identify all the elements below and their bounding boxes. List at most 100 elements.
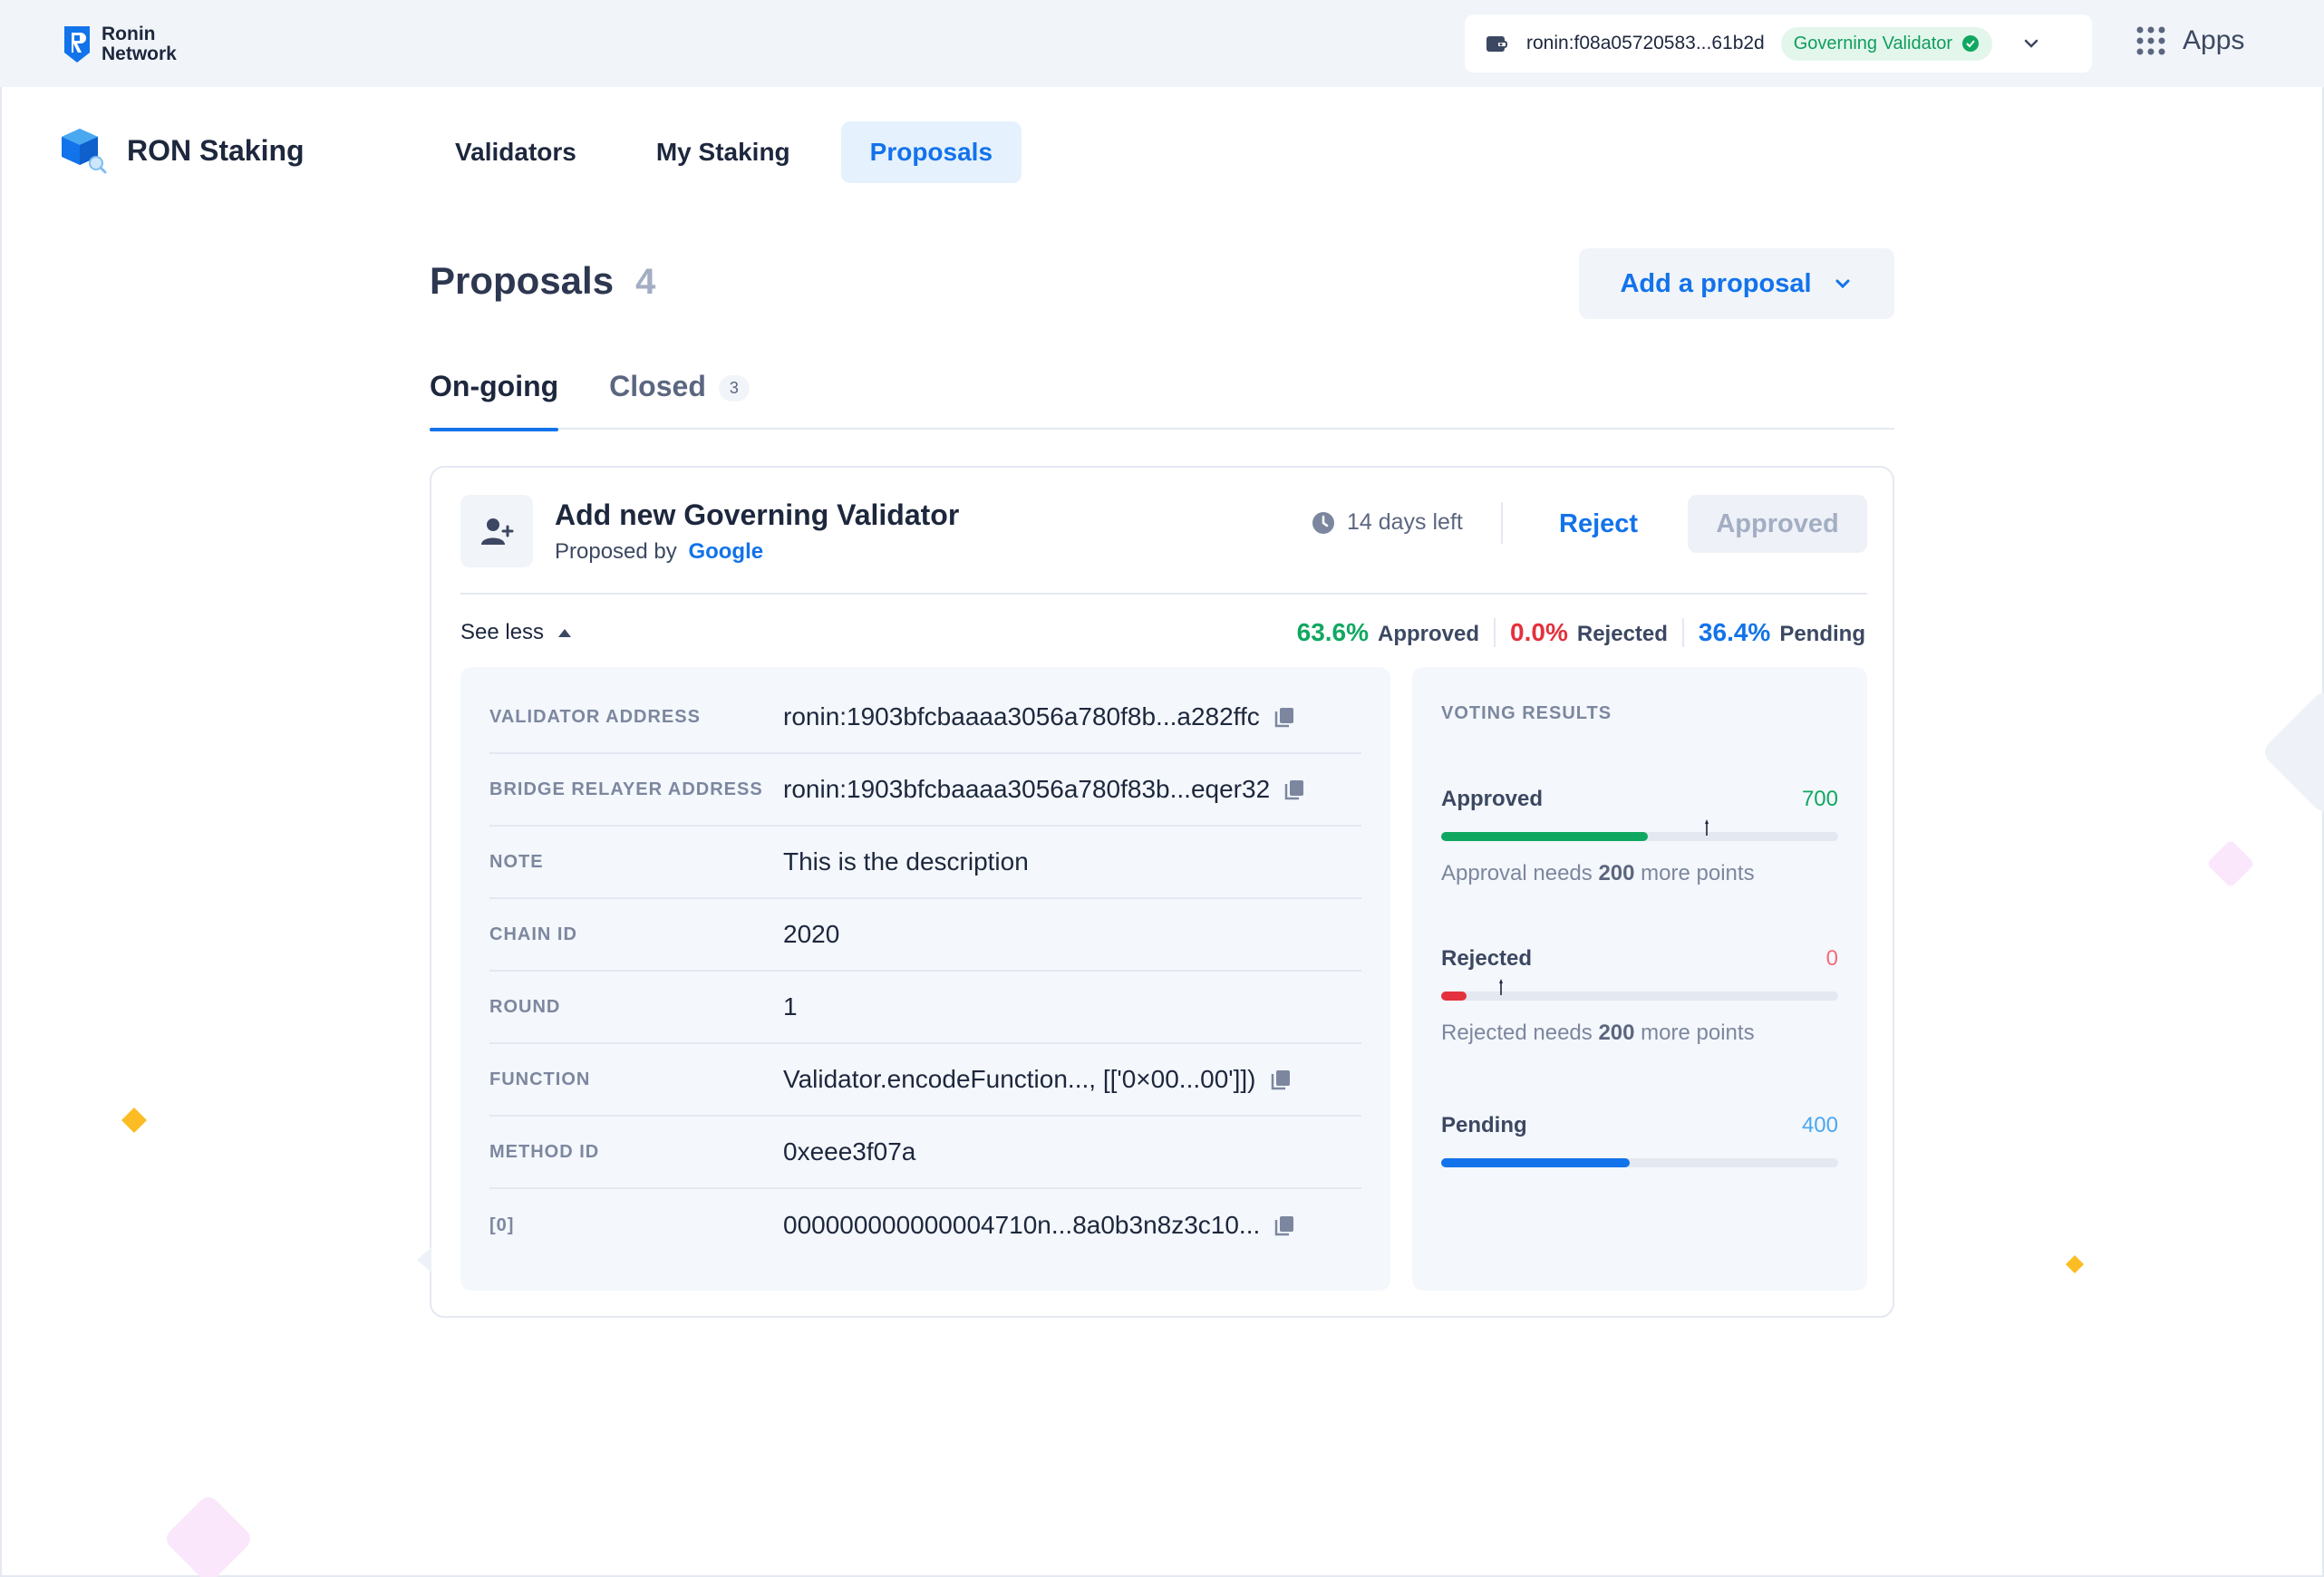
apps-label: Apps (2183, 25, 2245, 55)
vote-rejected-label: Rejected (1441, 946, 1533, 971)
proposal-title: Add new Governing Validator (555, 498, 960, 531)
ronin-network-logo[interactable]: Ronin Network (62, 24, 177, 65)
tab-closed-label: Closed (609, 370, 706, 402)
copy-icon[interactable] (1283, 778, 1306, 801)
proposer-link[interactable]: Google (688, 539, 763, 564)
add-proposal-button[interactable]: Add a proposal (1579, 248, 1894, 319)
note-suffix: more points (1641, 1021, 1755, 1045)
decorative-diamond (121, 1108, 147, 1133)
vote-approved: Approved 700 Approval needs 200 more poi… (1441, 787, 1838, 886)
detail-value: 000000000000004710n...8a0b3n8z3c10... (783, 1211, 1296, 1240)
page-heading: Proposals 4 (430, 259, 655, 303)
proposed-by-label: Proposed by (555, 538, 677, 564)
clock-icon (1312, 511, 1334, 534)
detail-value: 0xeee3f07a (783, 1137, 915, 1166)
rejected-percent: 0.0% (1510, 618, 1568, 646)
app-brand[interactable]: RON Staking (58, 125, 305, 176)
proposal-byline: Proposed by Google (555, 539, 959, 565)
detail-row-param-0: [0] 000000000000004710n...8a0b3n8z3c10..… (489, 1189, 1361, 1262)
detail-row-validator-address: VALIDATOR ADDRESS ronin:1903bfcbaaaa3056… (489, 682, 1361, 754)
proposal-avatar (460, 495, 533, 567)
tab-closed[interactable]: Closed 3 (609, 370, 750, 430)
role-badge-label: Governing Validator (1793, 33, 1953, 53)
nav-validators[interactable]: Validators (426, 121, 605, 183)
chevron-down-icon[interactable] (2019, 32, 2043, 55)
copy-icon[interactable] (1273, 1214, 1296, 1237)
summary-approved: 63.6% Approved (1283, 618, 1494, 647)
approved-progress-bar (1441, 819, 1838, 841)
copy-icon[interactable] (1269, 1068, 1293, 1091)
pending-label: Pending (1779, 622, 1865, 646)
detail-value: Validator.encodeFunction..., [['0×00...0… (783, 1065, 1293, 1094)
vote-pending-value: 400 (1801, 1113, 1838, 1137)
rejected-needs-note: Rejected needs 200 more points (1441, 1021, 1838, 1046)
apps-grid-icon (2136, 26, 2165, 55)
divider (460, 593, 1867, 595)
vote-pending: Pending 400 (1441, 1113, 1838, 1167)
divider (1501, 502, 1503, 544)
detail-value-text: 0xeee3f07a (783, 1137, 916, 1166)
user-add-icon (481, 518, 514, 545)
detail-key: METHOD ID (489, 1141, 600, 1162)
detail-value: ronin:1903bfcbaaaa3056a780f8b...a282ffc (783, 702, 1296, 731)
nav-my-staking[interactable]: My Staking (627, 121, 819, 183)
proposal-count: 4 (635, 262, 656, 302)
note-points: 200 (1598, 861, 1635, 885)
approved-button[interactable]: Approved (1688, 495, 1867, 553)
ronin-logo-icon (64, 26, 90, 63)
note-suffix: more points (1641, 861, 1755, 885)
proposal-tabs: On-going Closed 3 (430, 370, 1894, 431)
detail-row-chain-id: CHAIN ID 2020 (489, 899, 1361, 972)
nav-proposals[interactable]: Proposals (840, 121, 1022, 183)
triangle-up-icon (558, 629, 572, 637)
pending-progress-fill (1441, 1158, 1631, 1167)
check-circle-icon (1962, 35, 1980, 52)
vote-approved-value: 700 (1801, 787, 1838, 811)
account-switcher[interactable]: ronin:f08a05720583...61b2d Governing Val… (1465, 15, 2092, 73)
tab-closed-count: 3 (718, 375, 750, 402)
pending-percent: 36.4% (1698, 618, 1771, 646)
reject-button[interactable]: Reject (1539, 495, 1658, 553)
approved-label: Approved (1378, 622, 1480, 646)
detail-row-note: NOTE This is the description (489, 827, 1361, 899)
detail-value: 1 (783, 992, 798, 1021)
time-left-text: 14 days left (1347, 509, 1463, 535)
note-points: 200 (1598, 1021, 1635, 1045)
vote-summary: 63.6% Approved 0.0% Rejected 36.4% Pendi… (1283, 618, 1865, 647)
note-prefix: Rejected needs (1441, 1021, 1593, 1045)
approved-progress-fill (1441, 832, 1648, 841)
detail-key: NOTE (489, 851, 544, 872)
decorative-shape (2265, 693, 2324, 811)
main-nav: Validators My Staking Proposals (426, 121, 1022, 183)
proposal-details: VALIDATOR ADDRESS ronin:1903bfcbaaaa3056… (460, 667, 1390, 1291)
decorative-shape (417, 1247, 431, 1272)
detail-value: ronin:1903bfcbaaaa3056a780f83b...eqer32 (783, 775, 1306, 804)
vote-approved-label: Approved (1441, 787, 1544, 811)
detail-key: ROUND (489, 996, 561, 1017)
detail-value-text: 1 (783, 992, 798, 1021)
detail-value: This is the description (783, 847, 1029, 876)
copy-icon[interactable] (1273, 705, 1296, 729)
role-badge: Governing Validator (1780, 26, 1993, 61)
detail-value: 2020 (783, 920, 839, 949)
rejected-progress-bar (1441, 979, 1838, 1001)
threshold-marker-icon (1705, 819, 1709, 836)
detail-value-text: 2020 (783, 920, 840, 948)
wallet-address: ronin:f08a05720583...61b2d (1526, 33, 1765, 53)
detail-value-text: This is the description (783, 847, 1029, 876)
time-left: 14 days left (1311, 509, 1463, 536)
detail-value-text: Validator.encodeFunction..., [['0×00...0… (783, 1065, 1256, 1093)
see-less-toggle[interactable]: See less (460, 620, 573, 645)
detail-row-bridge-relayer-address: BRIDGE RELAYER ADDRESS ronin:1903bfcbaaa… (489, 754, 1361, 827)
page-title: Proposals (430, 259, 615, 302)
detail-key: CHAIN ID (489, 924, 577, 944)
wallet-icon (1486, 36, 1507, 52)
see-less-label: See less (460, 620, 545, 644)
threshold-marker-icon (1498, 979, 1503, 995)
vote-pending-label: Pending (1441, 1113, 1527, 1137)
top-bar: Ronin Network ronin:f08a05720583...61b2d… (0, 0, 2324, 87)
tab-ongoing[interactable]: On-going (430, 370, 559, 431)
note-prefix: Approval needs (1441, 861, 1593, 885)
voting-results: VOTING RESULTS Approved 700 Approval nee… (1412, 667, 1867, 1291)
apps-menu[interactable]: Apps (2135, 25, 2244, 56)
